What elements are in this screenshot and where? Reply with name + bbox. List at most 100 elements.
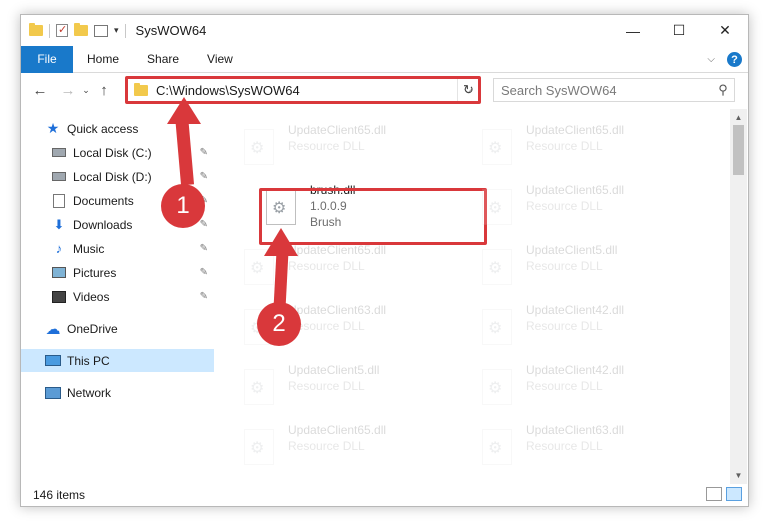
file-type: Resource DLL bbox=[288, 379, 365, 393]
sidebar-item-label: This PC bbox=[67, 353, 110, 368]
file-type: Resource DLL bbox=[288, 139, 365, 153]
file-name: UpdateClient65.dll bbox=[288, 423, 387, 437]
file-name: UpdateClient5.dll bbox=[526, 243, 618, 257]
properties-icon[interactable] bbox=[94, 24, 108, 37]
properties-check-icon[interactable] bbox=[56, 23, 68, 37]
window-title: SysWOW64 bbox=[135, 23, 207, 38]
callout-2: 2 bbox=[257, 302, 301, 346]
sidebar-item-label: Documents bbox=[73, 193, 134, 208]
file-type: Resource DLL bbox=[526, 439, 603, 453]
sidebar-item-quick-access[interactable]: ★ Quick access bbox=[21, 117, 214, 140]
drive-icon bbox=[51, 146, 67, 160]
help-icon[interactable]: ? bbox=[727, 52, 742, 67]
explorer-window: ▾ SysWOW64 — ☐ ✕ File Home Share View ⌵ … bbox=[20, 14, 749, 507]
search-icon[interactable]: ⚲ bbox=[712, 82, 734, 98]
star-icon: ★ bbox=[46, 120, 60, 136]
dll-file-icon bbox=[482, 429, 512, 465]
file-type: Resource DLL bbox=[526, 259, 603, 273]
back-button[interactable]: ← bbox=[29, 79, 51, 101]
tab-share[interactable]: Share bbox=[133, 46, 193, 73]
address-path[interactable]: C:\Windows\SysWOW64 bbox=[156, 83, 458, 98]
computer-icon bbox=[45, 354, 61, 368]
drive-icon bbox=[51, 170, 67, 184]
folder-icon bbox=[29, 23, 43, 36]
file-type: Resource DLL bbox=[526, 379, 603, 393]
minimize-button[interactable]: — bbox=[610, 15, 656, 46]
dll-file-icon bbox=[482, 369, 512, 405]
view-toggle bbox=[706, 487, 742, 501]
details-view-icon[interactable] bbox=[706, 487, 722, 501]
list-item[interactable]: UpdateClient5.dll Resource DLL bbox=[482, 243, 712, 295]
list-item[interactable]: UpdateClient42.dll Resource DLL bbox=[482, 363, 712, 415]
list-item[interactable]: UpdateClient5.dll Resource DLL bbox=[244, 363, 474, 415]
tab-home[interactable]: Home bbox=[73, 46, 133, 73]
sidebar-item-network[interactable]: Network bbox=[21, 381, 214, 404]
sidebar-item-this-pc[interactable]: This PC bbox=[21, 349, 214, 372]
sidebar-item-label: Local Disk (D:) bbox=[73, 169, 152, 184]
sidebar-item-videos[interactable]: Videos ✎ bbox=[21, 285, 214, 308]
list-item[interactable]: UpdateClient65.dll Resource DLL bbox=[244, 243, 474, 295]
customize-qat-chevron-icon[interactable]: ▾ bbox=[114, 25, 119, 36]
large-icons-view-icon[interactable] bbox=[726, 487, 742, 501]
forward-button[interactable]: → bbox=[57, 79, 79, 101]
dll-file-icon bbox=[244, 249, 274, 285]
quick-access-toolbar: ▾ bbox=[21, 23, 126, 38]
window-controls: — ☐ ✕ bbox=[610, 15, 748, 46]
list-item[interactable]: UpdateClient65.dll Resource DLL bbox=[244, 123, 474, 175]
list-item[interactable]: UpdateClient65.dll Resource DLL bbox=[482, 123, 712, 175]
list-item[interactable]: UpdateClient63.dll Resource DLL bbox=[482, 423, 712, 475]
dll-file-icon bbox=[482, 189, 512, 225]
close-button[interactable]: ✕ bbox=[702, 15, 748, 46]
sidebar-item-pictures[interactable]: Pictures ✎ bbox=[21, 261, 214, 284]
list-item[interactable]: UpdateClient42.dll Resource DLL bbox=[482, 303, 712, 355]
list-item[interactable]: UpdateClient65.dll Resource DLL bbox=[482, 183, 712, 235]
address-bar[interactable]: C:\Windows\SysWOW64 ⌵ bbox=[127, 78, 479, 102]
refresh-button[interactable]: ↻ bbox=[457, 78, 479, 102]
sidebar-item-label: OneDrive bbox=[67, 321, 118, 336]
navigation-bar: ← → ⌄ ↑ C:\Windows\SysWOW64 ⌵ ↻ Search S… bbox=[21, 75, 748, 105]
pin-icon: ✎ bbox=[199, 267, 208, 278]
dll-file-icon bbox=[482, 129, 512, 165]
new-folder-icon[interactable] bbox=[74, 23, 88, 36]
search-input[interactable]: Search SysWOW64 bbox=[501, 83, 712, 98]
sidebar-item-label: Quick access bbox=[67, 121, 139, 136]
file-type: Resource DLL bbox=[526, 319, 603, 333]
tab-file[interactable]: File bbox=[21, 45, 73, 73]
maximize-button[interactable]: ☐ bbox=[656, 15, 702, 46]
dll-file-icon bbox=[244, 369, 274, 405]
file-name: UpdateClient63.dll bbox=[526, 423, 625, 437]
file-name: UpdateClient65.dll bbox=[526, 123, 625, 137]
sidebar-item-music[interactable]: ♪ Music ✎ bbox=[21, 237, 214, 260]
list-item[interactable]: UpdateClient65.dll Resource DLL bbox=[244, 423, 474, 475]
sidebar-item-local-disk-c[interactable]: Local Disk (C:) ✎ bbox=[21, 141, 214, 164]
scroll-down-icon[interactable]: ▼ bbox=[730, 467, 747, 484]
file-name: UpdateClient63.dll bbox=[288, 303, 387, 317]
title-bar: ▾ SysWOW64 — ☐ ✕ bbox=[21, 15, 748, 46]
status-bar: 146 items bbox=[21, 484, 748, 506]
sidebar-item-label: Music bbox=[73, 241, 105, 256]
qat-divider bbox=[124, 23, 126, 38]
search-box[interactable]: Search SysWOW64 ⚲ bbox=[493, 78, 735, 102]
scroll-thumb[interactable] bbox=[733, 125, 744, 175]
sidebar-item-onedrive[interactable]: ☁ OneDrive bbox=[21, 317, 214, 340]
vertical-scrollbar[interactable]: ▲ ▼ bbox=[730, 109, 747, 484]
documents-icon bbox=[51, 193, 67, 208]
sidebar-item-label: Videos bbox=[73, 289, 110, 304]
cloud-icon: ☁ bbox=[45, 320, 61, 338]
tab-view[interactable]: View bbox=[193, 46, 247, 73]
pin-icon: ✎ bbox=[199, 291, 208, 302]
file-name: UpdateClient65.dll bbox=[288, 243, 387, 257]
file-type: Resource DLL bbox=[288, 439, 365, 453]
up-button[interactable]: ↑ bbox=[93, 79, 115, 101]
sidebar-item-label: Pictures bbox=[73, 265, 117, 280]
music-icon: ♪ bbox=[55, 241, 63, 256]
recent-locations-button[interactable]: ⌄ bbox=[79, 79, 93, 101]
scroll-up-icon[interactable]: ▲ bbox=[730, 109, 747, 126]
expand-ribbon-icon[interactable]: ⌵ bbox=[707, 54, 715, 65]
file-name: UpdateClient42.dll bbox=[526, 363, 625, 377]
ribbon-right-controls: ⌵ ? bbox=[707, 52, 742, 67]
file-highlight-box bbox=[259, 188, 487, 245]
sidebar-item-label: Local Disk (C:) bbox=[73, 145, 152, 160]
file-type: Resource DLL bbox=[288, 259, 365, 273]
pictures-icon bbox=[51, 266, 67, 280]
